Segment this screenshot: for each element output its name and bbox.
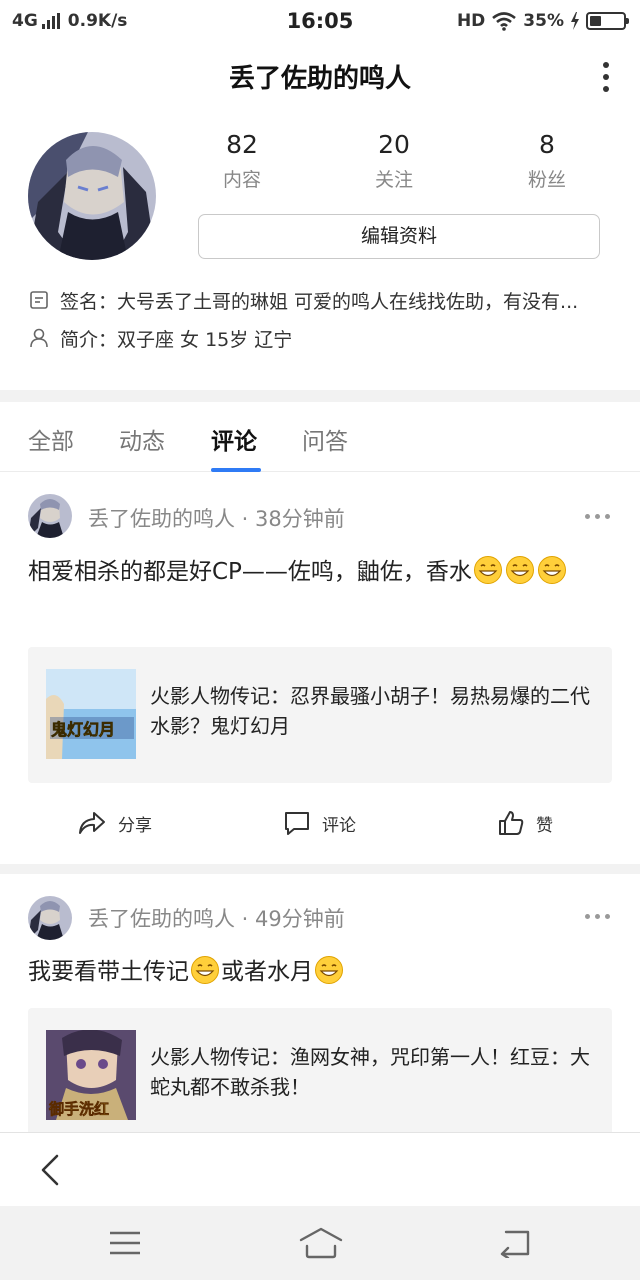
stat-content[interactable]: 82 内容 [167,130,317,192]
stat-value: 8 [539,130,555,159]
video-thumbnail: 御手洗红 [46,1030,136,1120]
like-label: 赞 [536,815,553,836]
post-text-content: 我要看带土传记 [28,959,189,985]
post-meta: 丢了佐助的鸣人 · 38分钟前 [88,507,345,531]
video-thumbnail: 鬼灯幻月 [46,669,136,759]
signature-row: 签名： 大号丢了土哥的琳姐 可爱的鸣人在线找佐助，有没有... [28,286,618,314]
linked-video-card[interactable]: 鬼灯幻月 火影人物传记：忍界最骚小胡子！易热易爆的二代水影？鬼灯幻月 [28,647,612,783]
status-left: 4G 0.9K/s [12,11,127,31]
content-tabs: 全部 动态 评论 问答 [0,402,640,472]
post-text: 我要看带土传记 或者水月 [28,952,612,992]
grin-emoji-icon [537,556,566,584]
share-icon [79,812,105,834]
grin-emoji-icon [315,956,343,984]
bio-prefix: 简介： [60,328,118,351]
return-icon[interactable] [498,1228,532,1258]
post-actions: 分享 评论 赞 [0,802,640,846]
post-text: 相爱相杀的都是好CP——佐鸣，鼬佐，香水 [28,552,612,592]
section-divider [0,390,640,402]
linked-video-card[interactable]: 御手洗红 火影人物传记：渔网女神，咒印第一人！红豆：大蛇丸都不敢杀我！ [28,1008,612,1132]
comment-button[interactable]: 评论 [284,810,356,836]
post-item: 丢了佐助的鸣人 · 38分钟前 相爱相杀的都是好CP——佐鸣，鼬佐，香水 鬼灯幻… [0,472,640,864]
share-button[interactable]: 分享 [78,810,152,836]
signature-text: 大号丢了土哥的琳姐 可爱的鸣人在线找佐助，有没有... [117,290,579,313]
grin-emoji-icon [473,556,502,584]
wifi-icon [492,12,517,31]
grin-emoji-icon [505,556,534,584]
edit-profile-button[interactable]: 编辑资料 [198,214,600,259]
stat-label: 关注 [374,169,413,191]
thumbs-up-icon [499,811,524,835]
top-header: 丢了佐助的鸣人 [0,44,640,110]
network-type: 4G [12,11,38,31]
post-text-content: 相爱相杀的都是好CP——佐鸣，鼬佐，香水 [28,559,472,585]
post-divider [0,864,640,874]
grin-emoji-icon [191,956,219,984]
stat-value: 20 [378,130,410,159]
status-bar: 4G 0.9K/s 16:05 HD 35% [0,0,640,44]
post-item: 丢了佐助的鸣人 · 49分钟前 我要看带土传记 或者水月 御手洗红 火影人物传记：… [0,874,640,1132]
network-speed: 0.9K/s [67,11,128,31]
stat-followers[interactable]: 8 粉丝 [472,130,622,192]
comment-icon [285,812,309,835]
thumbnail-caption: 鬼灯幻月 [51,720,115,739]
hd-indicator: HD [456,11,486,31]
stat-label: 内容 [222,169,261,191]
like-button[interactable]: 赞 [498,810,553,836]
tab-dynamics[interactable]: 动态 [119,422,165,456]
menu-icon[interactable] [108,1230,142,1256]
post-more-icon[interactable] [585,514,610,519]
video-title: 火影人物传记：忍界最骚小胡子！易热易爆的二代水影？鬼灯幻月 [150,684,590,738]
back-arrow-icon[interactable] [38,1153,62,1187]
tab-qa[interactable]: 问答 [302,422,348,456]
tab-all[interactable]: 全部 [28,422,74,456]
bottom-nav-bar [0,1132,640,1206]
post-author-avatar[interactable] [28,494,72,538]
page-title: 丢了佐助的鸣人 [228,64,411,94]
person-icon [30,328,48,348]
video-title: 火影人物传记：渔网女神，咒印第一人！红豆：大蛇丸都不敢杀我！ [150,1045,590,1099]
tab-comments[interactable]: 评论 [211,422,257,456]
signature-prefix: 签名： [60,290,118,313]
system-nav-bar [0,1206,640,1280]
stat-following[interactable]: 20 关注 [319,130,469,192]
post-meta: 丢了佐助的鸣人 · 49分钟前 [88,907,345,931]
post-more-icon[interactable] [585,914,610,919]
battery-icon [586,12,629,30]
home-icon[interactable] [298,1226,344,1260]
comment-label: 评论 [322,815,356,836]
thumbnail-caption: 御手洗红 [48,1100,109,1118]
bio-row: 简介： 双子座 女 15岁 辽宁 [28,324,618,352]
post-author-avatar[interactable] [28,896,72,940]
status-right: HD 35% [456,11,629,31]
share-label: 分享 [118,815,152,836]
stat-value: 82 [226,130,258,159]
document-icon [30,291,48,309]
battery-fill [590,16,601,26]
signal-icon [41,13,60,29]
post-text-content: 或者水月 [221,959,313,985]
stat-label: 粉丝 [527,169,566,191]
bio-text: 双子座 女 15岁 辽宁 [117,328,293,351]
profile-stats: 82 内容 20 关注 8 粉丝 [166,130,622,200]
battery-percent: 35% [523,11,564,31]
charging-icon [571,12,579,30]
more-menu-icon[interactable] [602,62,610,92]
profile-avatar[interactable] [28,132,156,260]
